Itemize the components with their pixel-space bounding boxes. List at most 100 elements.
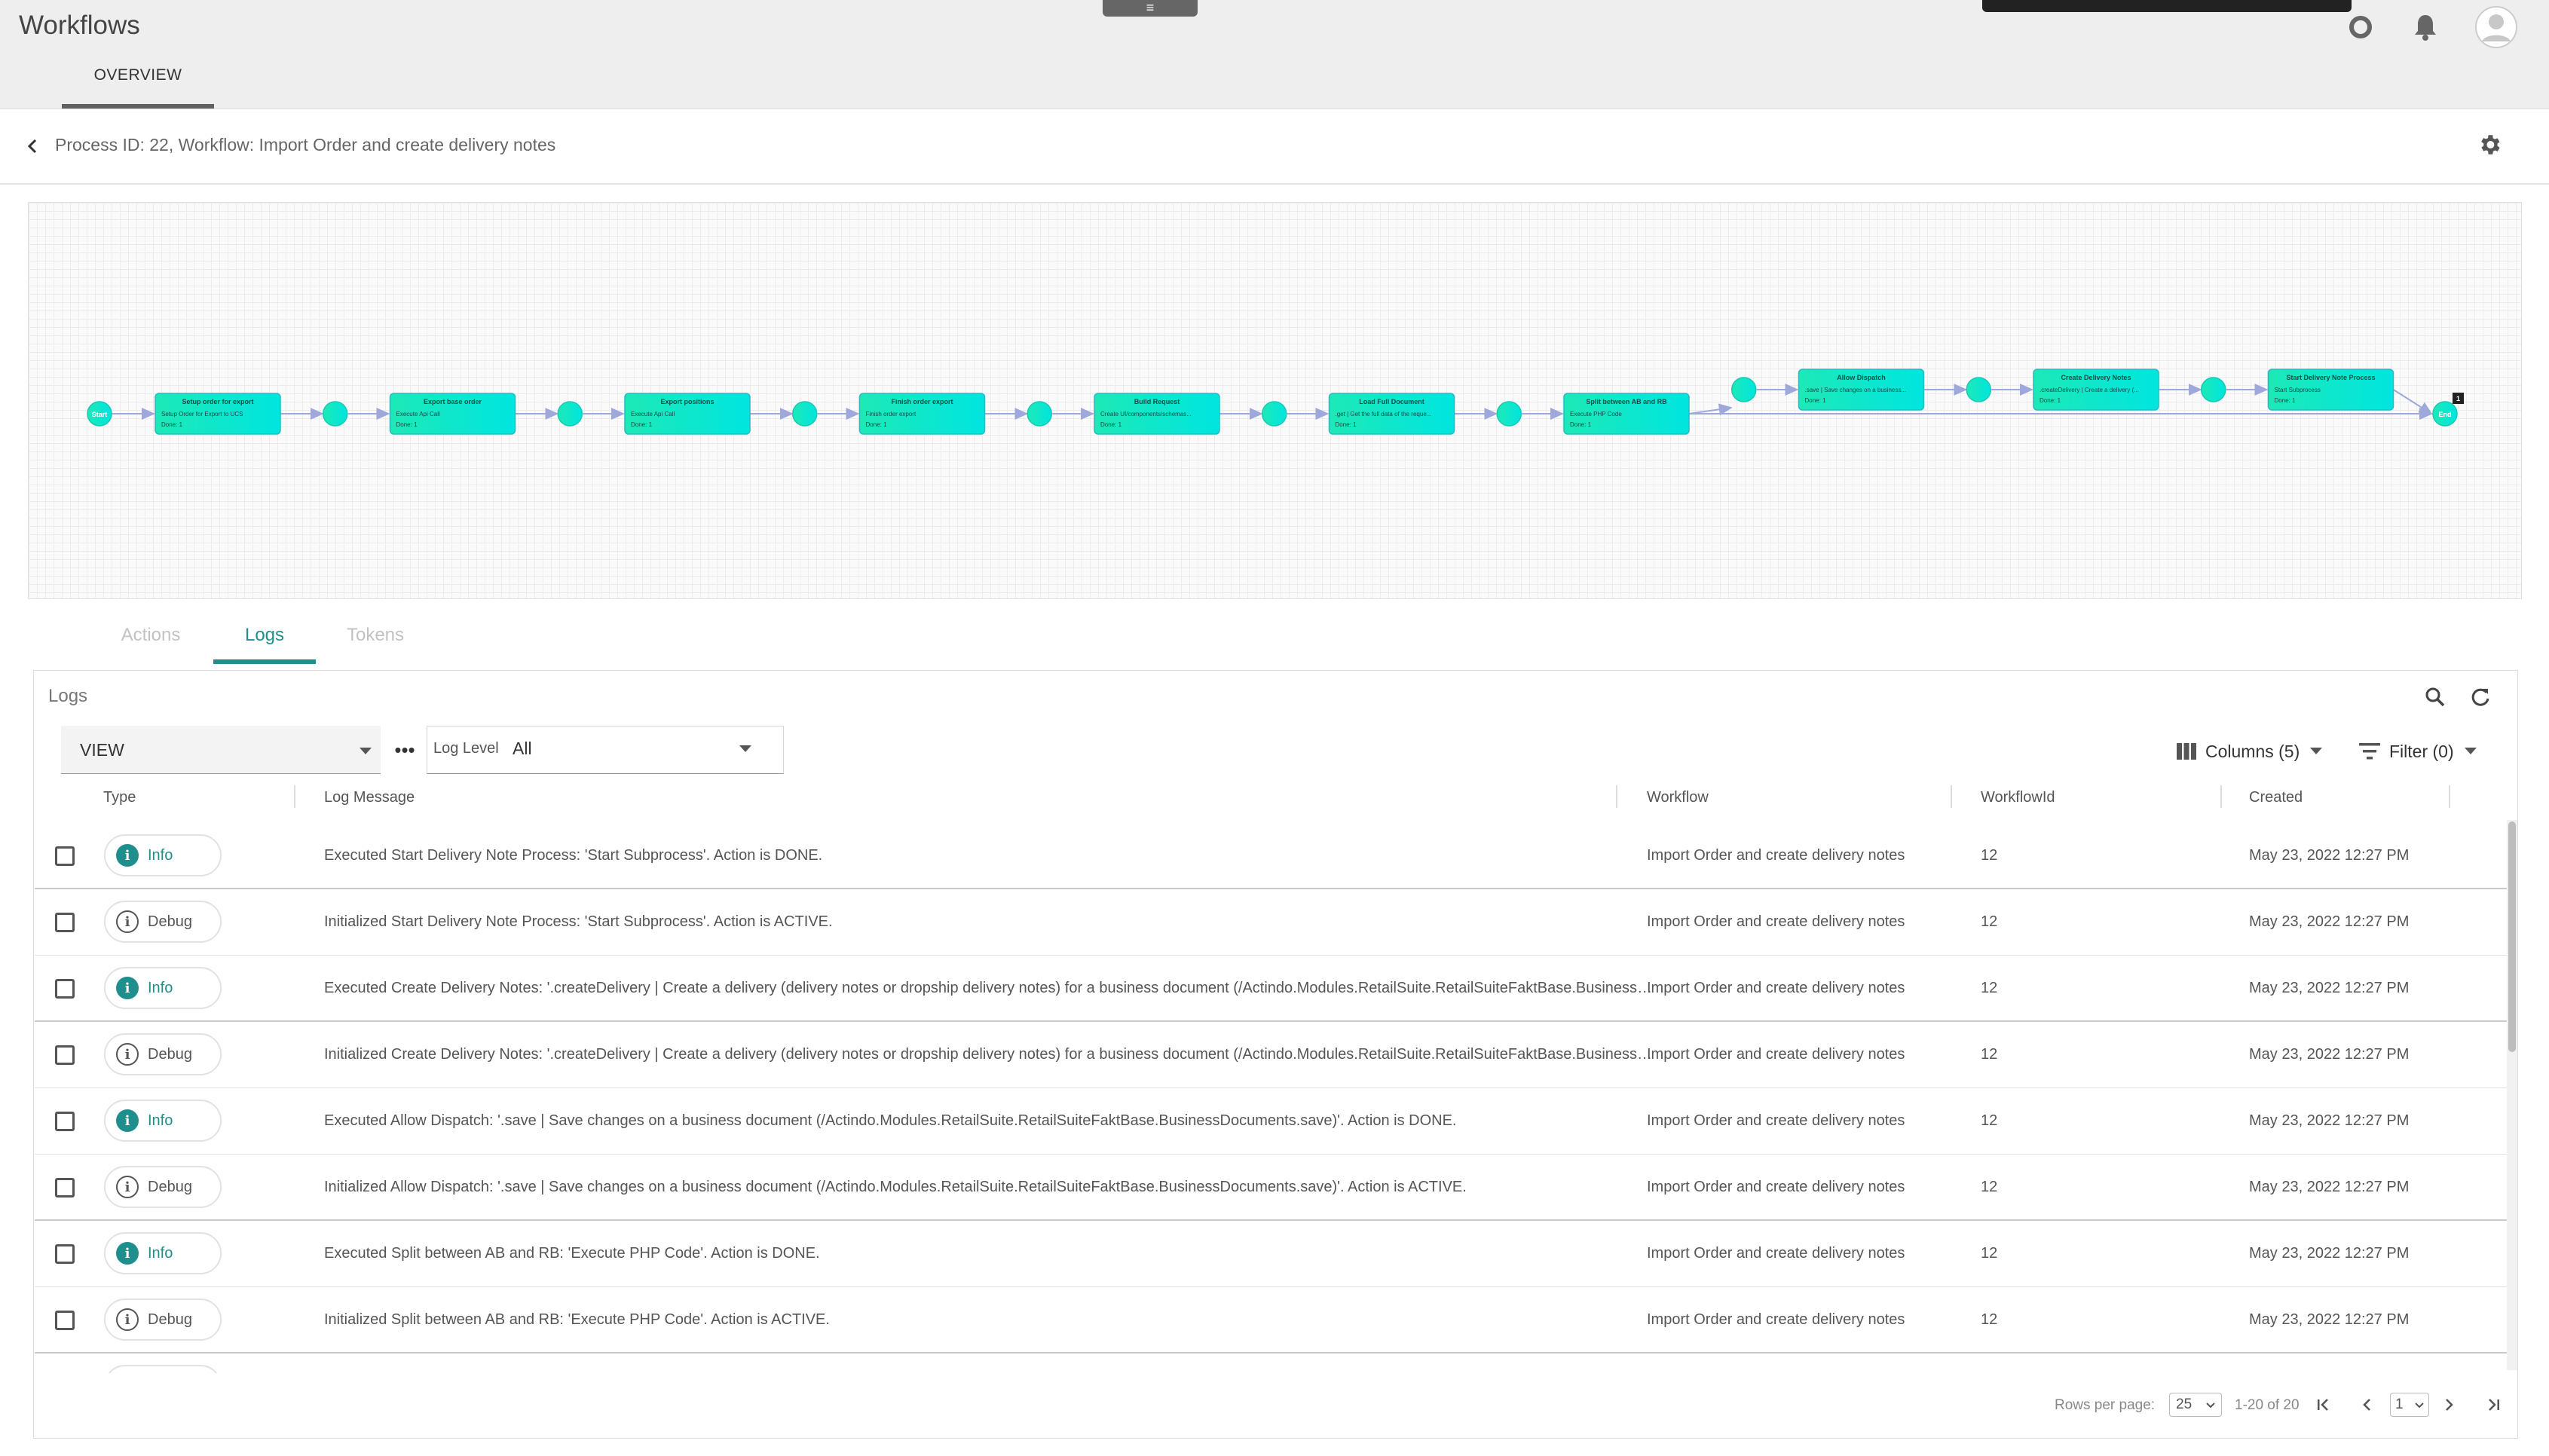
- table-row[interactable]: i Debug Initialized Allow Dispatch: '.sav…: [35, 1155, 2507, 1221]
- task-subtitle: Execute Api Call: [396, 411, 440, 418]
- last-page-button[interactable]: [2480, 1391, 2507, 1418]
- task-title: Export base order: [424, 398, 482, 405]
- info-outline-icon: i: [116, 1308, 139, 1331]
- settings-button[interactable]: [2474, 130, 2505, 160]
- gateway-node[interactable]: [1966, 377, 1991, 402]
- tab-overview[interactable]: OVERVIEW: [62, 66, 214, 109]
- log-level-label: Log Level: [433, 740, 499, 757]
- column-header-log-message[interactable]: Log Message: [324, 789, 415, 806]
- chevron-down-icon: [2415, 1402, 2424, 1409]
- type-label: Debug: [148, 1178, 192, 1195]
- row-checkbox[interactable]: [55, 1112, 75, 1131]
- type-badge: i Debug: [104, 1033, 222, 1075]
- columns-button[interactable]: Columns (5): [2177, 736, 2336, 766]
- column-resize-handle[interactable]: [294, 785, 295, 808]
- pagination-range: 1-20 of 20: [2235, 1397, 2300, 1413]
- notification-banner: [1982, 0, 2352, 12]
- gateway-node[interactable]: [2201, 377, 2226, 402]
- gateway-node[interactable]: [1731, 377, 1757, 402]
- row-checkbox[interactable]: [55, 1178, 75, 1198]
- table-row[interactable]: i Info Executed Start Delivery Note Proce…: [35, 823, 2507, 889]
- tab-tokens[interactable]: Tokens: [338, 614, 413, 664]
- row-checkbox[interactable]: [55, 1244, 75, 1264]
- task-title: Load Full Document: [1359, 398, 1424, 405]
- column-resize-handle[interactable]: [1951, 785, 1952, 808]
- page-select[interactable]: 1: [2390, 1393, 2429, 1417]
- search-button[interactable]: [2419, 681, 2451, 713]
- task-status: Done: 1: [161, 421, 183, 428]
- column-resize-handle[interactable]: [2220, 785, 2222, 808]
- created-date: May 23, 2022 12:27 PM: [2249, 1179, 2410, 1195]
- info-outline-icon: i: [116, 1176, 139, 1198]
- task-title: Finish order export: [891, 398, 953, 405]
- row-checkbox[interactable]: [55, 846, 75, 866]
- table-row[interactable]: i Info Executed Split between AB and RB: …: [35, 1221, 2507, 1287]
- task-status: Done: 1: [866, 421, 888, 428]
- type-badge: i Info: [104, 967, 222, 1009]
- table-row[interactable]: i Info Executed Create Delivery Notes: '.…: [35, 956, 2507, 1022]
- more-options-button[interactable]: •••: [392, 739, 418, 764]
- gateway-node[interactable]: [557, 401, 583, 427]
- table-row[interactable]: i Info Executed Allow Dispatch: '.save | …: [35, 1088, 2507, 1155]
- column-resize-handle[interactable]: [2449, 785, 2450, 808]
- task-title: Split between AB and RB: [1586, 398, 1667, 405]
- active-tab-indicator: [213, 659, 316, 664]
- type-badge: i Info: [104, 1100, 222, 1142]
- created-date: May 23, 2022 12:27 PM: [2249, 847, 2410, 864]
- help-button[interactable]: [2344, 11, 2377, 44]
- workflow-id: 12: [1981, 1245, 1998, 1262]
- task-title: Create Delivery Notes: [2061, 374, 2131, 381]
- type-label: Info: [148, 846, 173, 864]
- workflow-id: 12: [1981, 1179, 1998, 1195]
- next-page-button[interactable]: [2436, 1391, 2463, 1418]
- column-header-workflow[interactable]: Workflow: [1647, 789, 1709, 806]
- row-checkbox[interactable]: [55, 979, 75, 999]
- created-date: May 23, 2022 12:27 PM: [2249, 1245, 2410, 1262]
- gateway-node[interactable]: [1027, 401, 1052, 427]
- first-page-icon: [2318, 1399, 2328, 1411]
- column-resize-handle[interactable]: [1616, 785, 1617, 808]
- column-header-created[interactable]: Created: [2249, 789, 2303, 806]
- row-checkbox[interactable]: [55, 1045, 75, 1065]
- gateway-node[interactable]: [1496, 401, 1522, 427]
- caret-down-icon: [360, 748, 372, 754]
- table-row[interactable]: iInfo: [35, 1354, 2507, 1373]
- gateway-node[interactable]: [1262, 401, 1287, 427]
- table-row[interactable]: i Debug Initialized Start Delivery Note P…: [35, 889, 2507, 956]
- end-token-count: 1: [2456, 395, 2460, 402]
- first-page-button[interactable]: [2310, 1391, 2337, 1418]
- rows-per-page-select[interactable]: 25: [2169, 1393, 2222, 1417]
- user-avatar-button[interactable]: [2475, 6, 2517, 48]
- start-label: Start: [92, 411, 108, 418]
- workflow-diagram-canvas: Setup order for export Setup Order for Ex…: [87, 369, 2464, 435]
- task-status: Done: 1: [396, 421, 418, 428]
- task-title: Export positions: [660, 398, 714, 405]
- previous-page-button[interactable]: [2353, 1391, 2380, 1418]
- filter-button[interactable]: Filter (0): [2359, 736, 2495, 766]
- app-header: [0, 0, 2549, 109]
- table-row[interactable]: i Debug Initialized Create Delivery Notes…: [35, 1022, 2507, 1088]
- back-button[interactable]: [21, 131, 44, 161]
- table-scrollbar-thumb[interactable]: [2508, 821, 2516, 1052]
- row-checkbox[interactable]: [55, 913, 75, 932]
- gateway-node[interactable]: [323, 401, 348, 427]
- tab-logs[interactable]: Logs: [213, 614, 316, 664]
- workflow-name: Import Order and create delivery notes: [1647, 913, 1905, 930]
- table-row[interactable]: i Debug Initialized Split between AB and …: [35, 1287, 2507, 1354]
- type-label: Debug: [148, 1311, 192, 1328]
- type-badge: i Info: [104, 834, 222, 876]
- log-message: Executed Create Delivery Notes: '.create…: [324, 980, 1658, 996]
- row-checkbox[interactable]: [55, 1311, 75, 1330]
- workflow-diagram[interactable]: Setup order for export Setup Order for Ex…: [28, 202, 2522, 599]
- drawer-toggle-button[interactable]: ≡: [1103, 0, 1198, 17]
- column-header-type[interactable]: Type: [103, 789, 136, 806]
- column-header-workflow-id[interactable]: WorkflowId: [1981, 789, 2055, 806]
- task-subtitle: Execute PHP Code: [1570, 411, 1622, 418]
- tab-actions[interactable]: Actions: [113, 614, 188, 664]
- gateway-node[interactable]: [792, 401, 818, 427]
- refresh-button[interactable]: [2465, 681, 2496, 713]
- task-status: Done: 1: [2040, 397, 2061, 404]
- task-status: Done: 1: [2275, 397, 2297, 404]
- notifications-button[interactable]: [2409, 11, 2442, 44]
- workflow-name: Import Order and create delivery notes: [1647, 1112, 1905, 1129]
